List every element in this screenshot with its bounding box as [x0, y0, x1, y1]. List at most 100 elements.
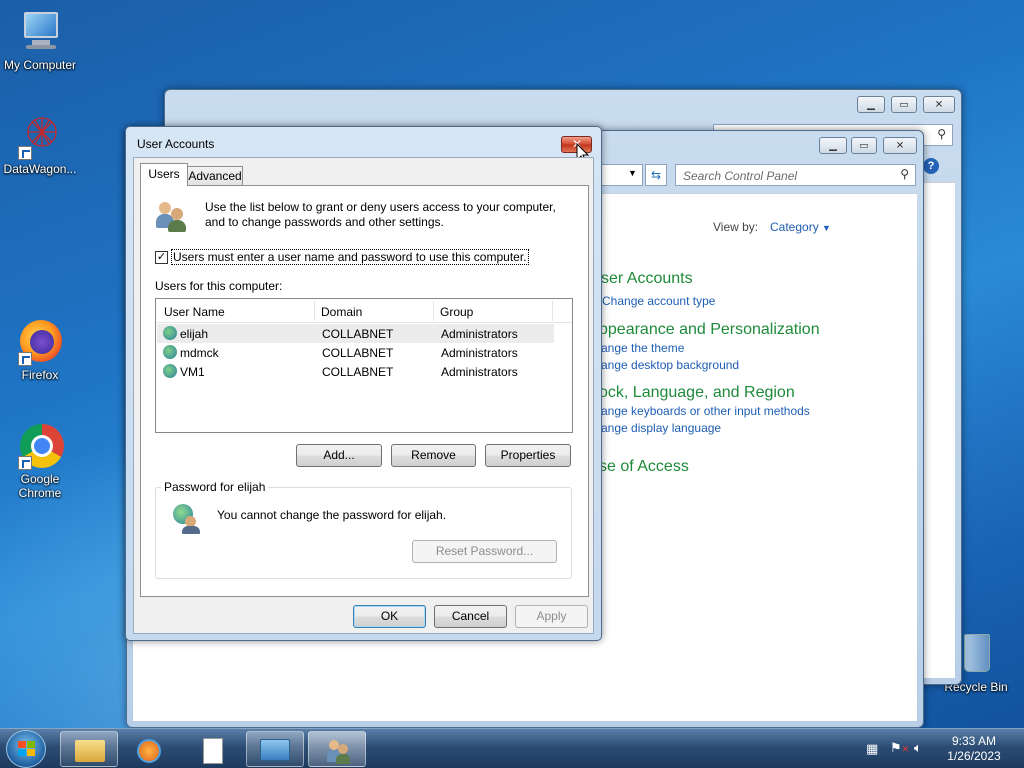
table-row[interactable]: mdmck COLLABNET Administrators — [157, 343, 554, 362]
table-row[interactable]: elijah COLLABNET Administrators — [157, 324, 554, 343]
computer-icon — [16, 8, 64, 56]
ok-button[interactable]: OK — [353, 605, 426, 628]
user-icon — [163, 326, 177, 340]
desktop-icon-firefox[interactable]: Firefox — [0, 318, 80, 382]
domain-cell: COLLABNET — [322, 346, 394, 360]
apply-button[interactable]: Apply — [515, 605, 588, 628]
clock-date: 1/26/2023 — [947, 749, 1001, 763]
properties-button[interactable]: Properties — [485, 444, 571, 467]
desktop-icon-chrome[interactable]: Google Chrome — [0, 422, 80, 500]
maximize-button[interactable]: ▭ — [851, 137, 877, 154]
users-icon — [155, 200, 189, 232]
maximize-button[interactable]: ▭ — [891, 96, 917, 113]
user-accounts-dialog[interactable]: User Accounts ✕ Users Advanced Use the l… — [125, 126, 602, 641]
remove-user-button[interactable]: Remove — [391, 444, 476, 467]
desktop-icon-label: DataWagon... — [3, 162, 77, 176]
taskbar-user-accounts[interactable] — [308, 731, 366, 767]
link-change-display-language[interactable]: ange display language — [601, 421, 721, 435]
desktop-icon-my-computer[interactable]: My Computer — [0, 8, 80, 72]
taskbar: ▦ ⚑✕ 🔈︎ 9:33 AM 1/26/2023 — [0, 728, 1024, 768]
media-player-icon — [137, 739, 161, 763]
group-cell: Administrators — [441, 346, 518, 360]
user-icon — [163, 345, 177, 359]
users-icon — [327, 738, 351, 764]
refresh-icon: ⇆ — [650, 168, 662, 182]
tab-users-label: Users — [148, 167, 180, 181]
user-icon — [163, 364, 177, 378]
intro-text: Use the list below to grant or deny user… — [205, 200, 556, 229]
view-by-value: Category — [770, 220, 819, 234]
domain-cell: COLLABNET — [322, 365, 394, 379]
search-control-panel-input[interactable]: Search Control Panel ⚲ — [675, 164, 916, 186]
user-name-cell: VM1 — [180, 365, 205, 379]
chrome-icon — [16, 422, 64, 470]
close-button[interactable]: ✕ — [883, 137, 917, 154]
clock[interactable]: 9:33 AM 1/26/2023 — [940, 734, 1008, 764]
firefox-icon — [16, 318, 64, 366]
link-change-keyboards[interactable]: ange keyboards or other input methods — [601, 404, 810, 418]
dialog-client: Users Advanced Use the list below to gra… — [133, 157, 594, 634]
column-header-user-name[interactable]: User Name — [164, 305, 225, 319]
user-name-cell: mdmck — [180, 346, 219, 360]
close-button[interactable]: ✕ — [923, 96, 955, 113]
taskbar-notepad[interactable] — [183, 731, 241, 767]
desktop-icon-label: My Computer — [3, 58, 77, 72]
tab-advanced[interactable]: Advanced — [187, 166, 243, 185]
taskbar-media-player[interactable] — [120, 731, 178, 767]
clock-time: 9:33 AM — [951, 734, 997, 748]
cancel-button[interactable]: Cancel — [434, 605, 507, 628]
help-icon[interactable]: ? — [923, 158, 939, 174]
section-user-accounts[interactable]: ser Accounts — [601, 270, 693, 288]
action-center-flag-icon[interactable]: ⚑✕ — [890, 740, 909, 756]
tab-users[interactable]: Users — [140, 163, 188, 186]
taskbar-explorer[interactable] — [60, 731, 118, 767]
add-user-button[interactable]: Add... — [296, 444, 382, 467]
list-header: User Name Domain Group — [156, 299, 572, 323]
windows-logo-icon — [18, 741, 36, 758]
address-bar[interactable]: ▼ — [597, 164, 643, 186]
minimize-button[interactable]: ▁ — [819, 137, 847, 154]
password-group-title: Password for elijah — [161, 480, 269, 494]
view-by-dropdown[interactable]: Category ▼ — [770, 220, 831, 234]
desktop-icon-datawagon[interactable]: DataWagon... — [0, 112, 80, 176]
column-header-group[interactable]: Group — [440, 305, 473, 319]
require-password-checkbox[interactable]: ✓ — [155, 251, 168, 264]
shortcut-arrow-icon — [18, 146, 32, 160]
datawagon-icon — [16, 112, 64, 160]
chevron-down-icon[interactable]: ▼ — [628, 168, 637, 178]
refresh-button[interactable]: ⇆ — [645, 164, 667, 186]
link-change-theme[interactable]: ange the theme — [601, 341, 684, 355]
taskbar-control-panel[interactable] — [246, 731, 304, 767]
section-ease-of-access[interactable]: se of Access — [599, 458, 689, 476]
column-header-domain[interactable]: Domain — [321, 305, 362, 319]
link-change-desktop-background[interactable]: ange desktop background — [601, 358, 739, 372]
volume-icon[interactable]: 🔈︎ — [914, 740, 922, 756]
chevron-down-icon: ▼ — [822, 223, 831, 233]
users-for-computer-label: Users for this computer: — [155, 279, 283, 293]
tab-advanced-label: Advanced — [188, 169, 242, 183]
domain-cell: COLLABNET — [322, 327, 394, 341]
link-change-account-type[interactable]: Change account type — [602, 294, 715, 308]
user-globe-icon — [173, 504, 201, 534]
shortcut-arrow-icon — [18, 456, 32, 470]
require-password-label[interactable]: Users must enter a user name and passwor… — [171, 249, 529, 265]
tab-panel-users: Use the list below to grant or deny user… — [140, 185, 589, 597]
section-clock-language-region[interactable]: ock, Language, and Region — [599, 384, 795, 402]
users-list[interactable]: User Name Domain Group elijah COLLABNET … — [155, 298, 573, 433]
network-icon[interactable]: ▦ — [866, 741, 878, 757]
section-appearance[interactable]: ppearance and Personalization — [599, 321, 820, 339]
search-icon: ⚲ — [937, 127, 946, 141]
start-button[interactable] — [6, 730, 46, 768]
document-icon — [203, 738, 223, 764]
table-row[interactable]: VM1 COLLABNET Administrators — [157, 362, 554, 381]
control-panel-icon — [260, 739, 290, 761]
search-icon: ⚲ — [900, 167, 909, 181]
user-name-cell: elijah — [180, 327, 209, 341]
view-by-label: View by: — [713, 220, 759, 234]
minimize-button[interactable]: ▁ — [857, 96, 885, 113]
desktop-icon-label: Firefox — [21, 368, 59, 382]
reset-password-button[interactable]: Reset Password... — [412, 540, 557, 563]
folder-icon — [75, 740, 105, 762]
desktop-icon-label: Google Chrome — [18, 472, 62, 500]
password-message: You cannot change the password for elija… — [217, 508, 447, 522]
